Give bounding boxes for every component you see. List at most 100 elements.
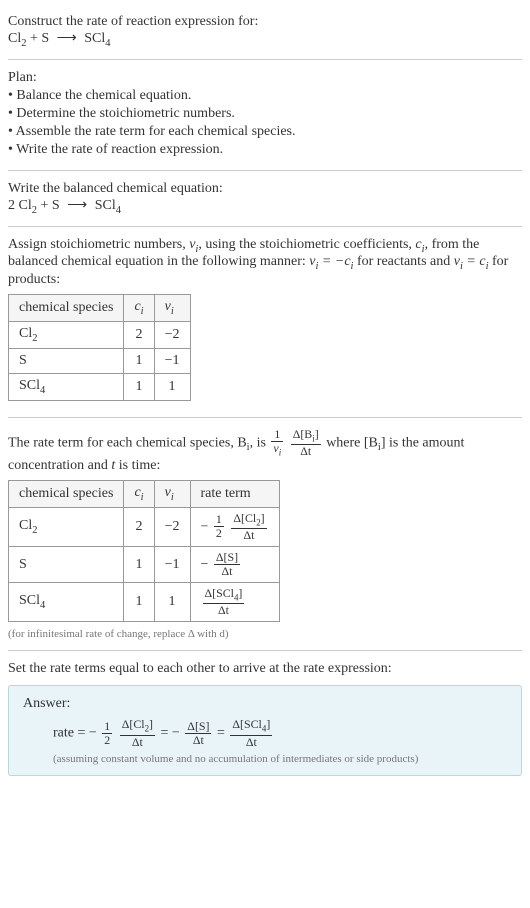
- scl-sub: 4: [105, 38, 110, 49]
- divider: [8, 59, 522, 60]
- scl-text: SCl: [81, 31, 106, 46]
- sp: SCl: [19, 378, 40, 393]
- num: 1: [102, 720, 112, 734]
- sub: i: [141, 306, 144, 317]
- cell-nu: −2: [154, 321, 190, 348]
- table-row: SCl4 1 1: [9, 373, 191, 400]
- cell-rate: Δ[SCl4]Δt: [190, 583, 279, 622]
- plan-item: • Determine the stoichiometric numbers.: [8, 106, 522, 122]
- den: νi: [271, 442, 283, 458]
- frac-rate: Δ[SCl4]Δt: [203, 587, 245, 617]
- cell-species: S: [9, 546, 124, 582]
- divider: [8, 226, 522, 227]
- dn: Δ[SCl: [205, 586, 234, 600]
- rate-expression: rate = − 12 Δ[Cl2]Δt = − Δ[S]Δt = Δ[SCl4…: [53, 718, 507, 748]
- scl: SCl: [91, 198, 116, 213]
- text: , using the stoichiometric coefficients,: [198, 237, 415, 252]
- sub: i: [171, 306, 174, 317]
- cell-nu: −1: [154, 348, 190, 373]
- cell-species: Cl2: [9, 507, 124, 546]
- dn: Δ[SCl: [232, 717, 261, 731]
- table-row: Cl2 2 −2 − 12 Δ[Cl2]Δt: [9, 507, 280, 546]
- cb: ]: [261, 511, 265, 525]
- den: Δt: [120, 736, 155, 749]
- neg: −: [201, 557, 209, 572]
- cb: ]: [238, 586, 242, 600]
- cell-c: 2: [124, 321, 154, 348]
- frac-rate: Δ[Cl2]Δt: [231, 512, 266, 542]
- den: Δt: [231, 529, 266, 542]
- col-species: chemical species: [9, 480, 124, 507]
- text: Assign stoichiometric numbers,: [8, 237, 189, 252]
- plan-item: • Balance the chemical equation.: [8, 88, 522, 104]
- cell-species: SCl4: [9, 373, 124, 400]
- answer-box: Answer: rate = − 12 Δ[Cl2]Δt = − Δ[S]Δt …: [8, 685, 522, 775]
- reactant-cl2: Cl2: [8, 31, 26, 46]
- cell-nu: 1: [154, 583, 190, 622]
- den: Δt: [230, 736, 272, 749]
- table-header-row: chemical species ci νi: [9, 295, 191, 322]
- eq: = −c: [318, 254, 350, 269]
- cell-c: 2: [124, 507, 154, 546]
- num: Δ[Cl2]: [231, 512, 266, 529]
- text: , is: [250, 435, 270, 450]
- cb: ]: [149, 717, 153, 731]
- num: 1: [271, 428, 283, 442]
- unbalanced-equation: Cl2 + S ⟶ SCl4: [8, 30, 522, 49]
- cell-nu: 1: [154, 373, 190, 400]
- divider: [8, 417, 522, 418]
- den: Δt: [203, 604, 245, 617]
- num: Δ[Cl2]: [120, 718, 155, 735]
- stoich-intro: Assign stoichiometric numbers, νi, using…: [8, 237, 522, 289]
- plan-section: Plan: • Balance the chemical equation. •…: [8, 64, 522, 166]
- divider: [8, 650, 522, 651]
- col-nui: νi: [154, 480, 190, 507]
- product-scl4: SCl4: [81, 31, 111, 46]
- cell-c: 1: [124, 583, 154, 622]
- den: Δt: [291, 445, 321, 458]
- frac-scl4: Δ[SCl4]Δt: [230, 718, 272, 748]
- answer-label: Answer:: [23, 696, 507, 712]
- final-section: Set the rate terms equal to each other t…: [8, 655, 522, 785]
- balanced-equation: 2 Cl2 + S ⟶ SCl4: [8, 197, 522, 216]
- sub: i: [171, 492, 174, 503]
- sub: 2: [32, 333, 37, 344]
- cb: ]: [315, 427, 319, 441]
- plan-item: • Assemble the rate term for each chemic…: [8, 124, 522, 140]
- cell-species: S: [9, 348, 124, 373]
- two-cl: 2 Cl: [8, 198, 32, 213]
- frac-half: 12: [102, 720, 112, 747]
- arrow-icon: ⟶: [57, 30, 77, 47]
- table-row: SCl4 1 1 Δ[SCl4]Δt: [9, 583, 280, 622]
- rateterm-section: The rate term for each chemical species,…: [8, 422, 522, 647]
- text: for reactants and: [353, 254, 453, 269]
- cell-c: 1: [124, 348, 154, 373]
- text: The rate term for each chemical species,…: [8, 435, 247, 450]
- cell-c: 1: [124, 546, 154, 582]
- sub: i: [141, 492, 144, 503]
- balanced-section: Write the balanced chemical equation: 2 …: [8, 175, 522, 222]
- frac-cl2: Δ[Cl2]Δt: [120, 718, 155, 748]
- cell-nu: −2: [154, 507, 190, 546]
- plus-s: + S: [26, 31, 52, 46]
- scl-sub: 4: [116, 205, 121, 216]
- col-nui: νi: [154, 295, 190, 322]
- plus-s: + S: [37, 198, 63, 213]
- col-ci: ci: [124, 480, 154, 507]
- frac-rate: Δ[S]Δt: [214, 551, 240, 578]
- den: Δt: [185, 734, 211, 747]
- neg: −: [201, 519, 209, 534]
- dn: Δ[Cl: [122, 717, 145, 731]
- den: 2: [102, 734, 112, 747]
- db: Δ[B: [293, 427, 313, 441]
- dn: Δ[Cl: [233, 511, 256, 525]
- table-row: Cl2 2 −2: [9, 321, 191, 348]
- c-i: ci: [415, 237, 424, 252]
- balanced-title: Write the balanced chemical equation:: [8, 181, 522, 197]
- sub: i: [279, 447, 281, 457]
- text: is time:: [115, 458, 160, 473]
- nu-i: νi: [189, 237, 198, 252]
- problem-header: Construct the rate of reaction expressio…: [8, 8, 522, 55]
- sp: Cl: [19, 326, 32, 341]
- frac-1-over-nu: 1νi: [271, 428, 283, 458]
